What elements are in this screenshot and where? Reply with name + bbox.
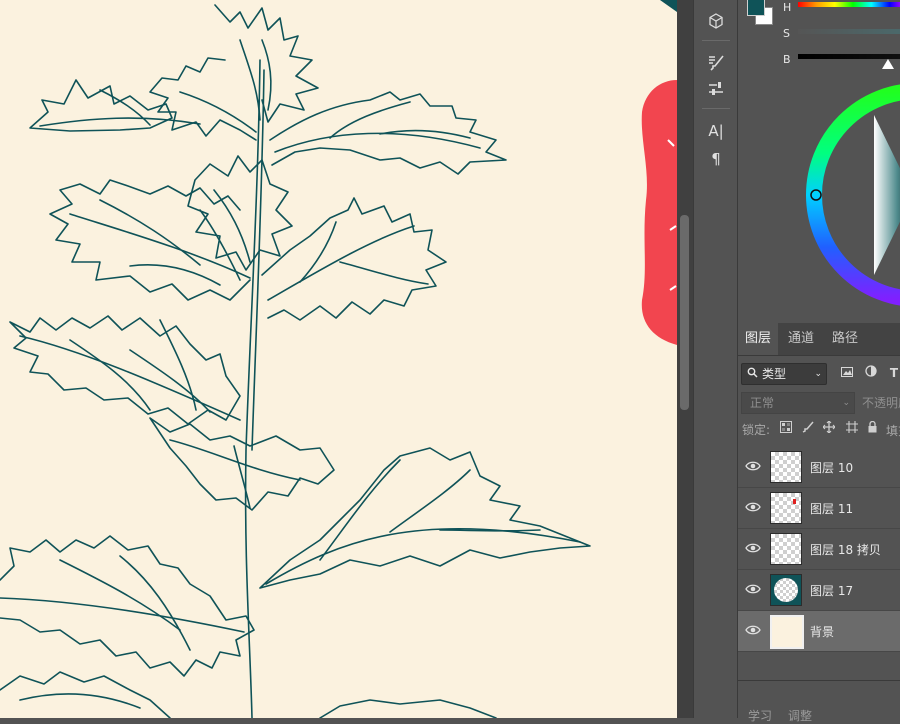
lock-artboard-icon[interactable] <box>844 421 859 437</box>
paragraph-glyph: ¶ <box>711 150 721 168</box>
3d-tool-icon[interactable] <box>702 8 730 34</box>
blend-mode-value: 正常 <box>750 396 775 410</box>
panel-toolbar: A| ¶ <box>693 0 738 718</box>
fill-label: 填充 <box>886 424 900 438</box>
lock-all-icon[interactable] <box>865 420 880 437</box>
layer-name: 图层 11 <box>810 502 854 516</box>
lock-image-pixels-icon[interactable] <box>800 421 815 437</box>
layer-row[interactable]: 图层 11 <box>738 488 900 529</box>
layers-panel: 图层 通道 路径 类型 ⌄ T 正常 ⌄ 不透明度 锁定: <box>738 323 900 723</box>
tab-learn[interactable]: 学习 <box>748 707 772 724</box>
brush-icon[interactable] <box>702 76 730 102</box>
layer-thumbnail <box>770 492 802 524</box>
eye-visibility-icon[interactable] <box>745 459 761 473</box>
layer-thumbnail <box>770 533 802 565</box>
search-icon <box>747 364 758 384</box>
eye-visibility-icon[interactable] <box>745 582 761 596</box>
lock-transparent-pixels-icon[interactable] <box>778 421 793 437</box>
blend-mode-select[interactable]: 正常 ⌄ <box>741 392 855 414</box>
type-filter-icon[interactable]: T <box>886 365 900 381</box>
opacity-label: 不透明度 <box>862 396 900 410</box>
lock-label: 锁定: <box>742 423 771 437</box>
brush-settings-icon[interactable] <box>702 50 730 76</box>
eye-visibility-icon[interactable] <box>745 541 761 555</box>
eye-visibility-icon[interactable] <box>745 623 761 637</box>
color-panel: H S B <box>738 0 900 322</box>
layer-filter-kind-select[interactable]: 类型 ⌄ <box>741 363 827 385</box>
tab-paths[interactable]: 路径 <box>824 323 866 355</box>
document-canvas[interactable] <box>0 0 677 718</box>
layer-name: 背景 <box>810 625 835 639</box>
red-shape <box>641 80 677 345</box>
layer-thumbnail <box>770 451 802 483</box>
chevron-down-icon: ⌄ <box>814 369 822 379</box>
layer-row[interactable]: 图层 17 <box>738 570 900 611</box>
eye-visibility-icon[interactable] <box>745 500 761 514</box>
filter-kind-value: 类型 <box>762 367 787 381</box>
layer-thumbnail <box>770 574 802 606</box>
tab-channels[interactable]: 通道 <box>780 323 822 355</box>
scrollbar-thumb[interactable] <box>680 215 689 410</box>
paragraph-icon[interactable]: ¶ <box>702 146 730 172</box>
layer-thumbnail <box>770 615 804 649</box>
image-filter-icon[interactable] <box>839 365 855 381</box>
layer-row-selected[interactable]: 背景 <box>738 611 900 652</box>
chevron-down-icon: ⌄ <box>842 398 850 408</box>
lock-position-icon[interactable] <box>821 420 836 437</box>
canvas-vertical-scrollbar[interactable] <box>677 0 693 718</box>
character-icon[interactable]: A| <box>702 118 730 144</box>
layer-name: 图层 18 拷贝 <box>810 543 881 557</box>
color-wheel[interactable] <box>738 0 900 322</box>
adjustment-filter-icon[interactable] <box>863 365 879 381</box>
right-panel-dock: H S B 图层 通道 路径 类型 ⌄ T 正常 ⌄ 不透明 锁定: 填 图层 … <box>737 0 900 723</box>
tab-adjustments[interactable]: 调整 <box>788 707 812 724</box>
layer-row[interactable]: 图层 18 拷贝 <box>738 529 900 570</box>
character-glyph: A| <box>708 122 724 140</box>
red-dot-mark <box>793 499 796 504</box>
layer-name: 图层 10 <box>810 461 854 475</box>
layers-panel-tabs: 图层 通道 路径 <box>738 323 900 356</box>
layers-panel-bottom: 学习 调整 <box>738 680 900 723</box>
layer-name: 图层 17 <box>810 584 854 598</box>
tab-layers[interactable]: 图层 <box>738 323 778 355</box>
layer-row[interactable]: 图层 10 <box>738 447 900 488</box>
